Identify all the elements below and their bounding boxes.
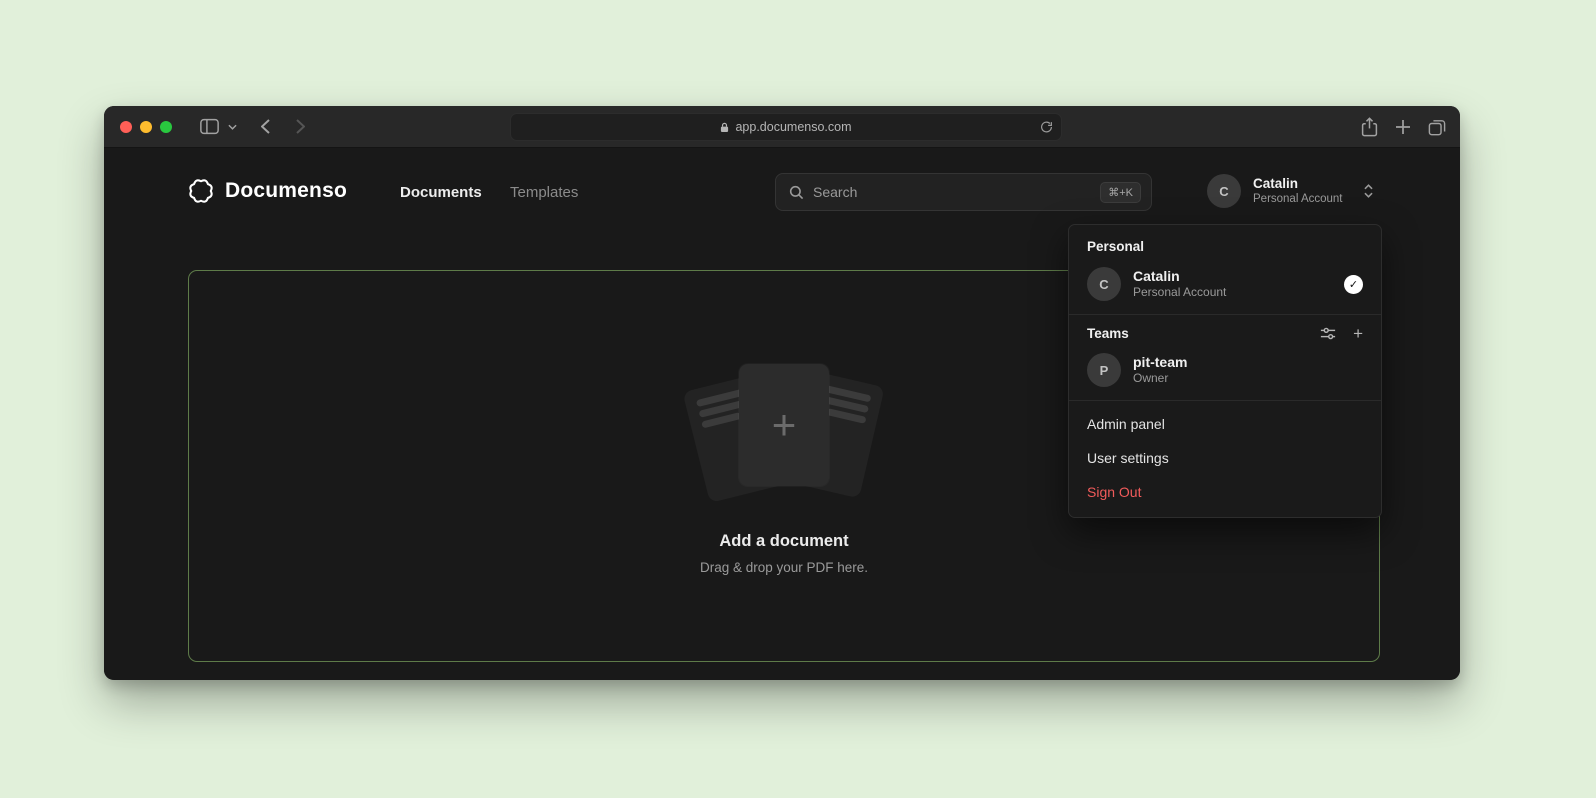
- back-button[interactable]: [261, 119, 270, 134]
- selected-check-icon: ✓: [1344, 275, 1363, 294]
- team-role: Owner: [1133, 371, 1187, 386]
- chevrons-up-down-icon: [1363, 183, 1374, 199]
- create-team-icon[interactable]: +: [1353, 325, 1363, 342]
- reload-icon[interactable]: [1040, 120, 1053, 137]
- documents-illustration: +: [679, 358, 889, 510]
- browser-window: app.documenso.com: [104, 106, 1460, 680]
- teams-section-header: Teams +: [1077, 321, 1373, 346]
- personal-section-label: Personal: [1077, 233, 1373, 260]
- dropzone-title: Add a document: [719, 532, 848, 551]
- manage-teams-icon[interactable]: [1320, 326, 1336, 341]
- share-icon[interactable]: [1361, 117, 1378, 137]
- minimize-window-button[interactable]: [140, 121, 152, 133]
- close-window-button[interactable]: [120, 121, 132, 133]
- team-avatar: P: [1087, 353, 1121, 387]
- account-dropdown-menu: Personal C Catalin Personal Account ✓ Te…: [1068, 224, 1382, 518]
- search-input[interactable]: [813, 184, 1091, 200]
- menu-item-sign-out[interactable]: Sign Out: [1077, 475, 1373, 509]
- sidebar-chevron-down-icon[interactable]: [228, 124, 237, 130]
- account-avatar: C: [1207, 174, 1241, 208]
- account-name: Catalin: [1253, 176, 1343, 192]
- window-controls: [120, 121, 172, 133]
- menu-item-user-settings[interactable]: User settings: [1077, 441, 1373, 475]
- address-text: app.documenso.com: [735, 120, 851, 134]
- sidebar-toggle-icon[interactable]: [200, 118, 219, 135]
- documenso-logo-icon: [188, 178, 214, 204]
- account-menu-trigger[interactable]: C Catalin Personal Account: [1207, 174, 1374, 208]
- app-content: Documenso Documents Templates ⌘+K C Cata…: [104, 148, 1460, 679]
- team-name: pit-team: [1133, 354, 1187, 371]
- nav-documents[interactable]: Documents: [400, 182, 482, 204]
- address-bar[interactable]: app.documenso.com: [510, 113, 1062, 141]
- plus-icon: +: [772, 404, 797, 446]
- personal-account-item[interactable]: C Catalin Personal Account ✓: [1077, 260, 1373, 308]
- brand-logo[interactable]: Documenso: [188, 178, 347, 204]
- team-item[interactable]: P pit-team Owner: [1077, 346, 1373, 394]
- browser-toolbar: app.documenso.com: [104, 106, 1460, 148]
- illustration-card-center: +: [739, 364, 829, 486]
- search-box[interactable]: ⌘+K: [775, 173, 1152, 211]
- menu-divider: [1069, 400, 1381, 401]
- dropzone-subtitle: Drag & drop your PDF here.: [700, 560, 868, 575]
- new-tab-icon[interactable]: [1395, 119, 1411, 135]
- account-type: Personal Account: [1253, 192, 1343, 206]
- personal-account-avatar: C: [1087, 267, 1121, 301]
- brand-name: Documenso: [225, 179, 347, 203]
- teams-section-label: Teams: [1087, 326, 1129, 341]
- personal-account-type: Personal Account: [1133, 285, 1226, 300]
- personal-account-name: Catalin: [1133, 268, 1226, 285]
- nav-templates[interactable]: Templates: [510, 182, 578, 204]
- zoom-window-button[interactable]: [160, 121, 172, 133]
- forward-button[interactable]: [296, 119, 305, 134]
- lock-icon: [720, 122, 729, 133]
- menu-divider: [1069, 314, 1381, 315]
- search-icon: [789, 185, 804, 200]
- tab-overview-icon[interactable]: [1428, 119, 1446, 136]
- menu-item-admin-panel[interactable]: Admin panel: [1077, 407, 1373, 441]
- search-shortcut-badge: ⌘+K: [1100, 182, 1141, 203]
